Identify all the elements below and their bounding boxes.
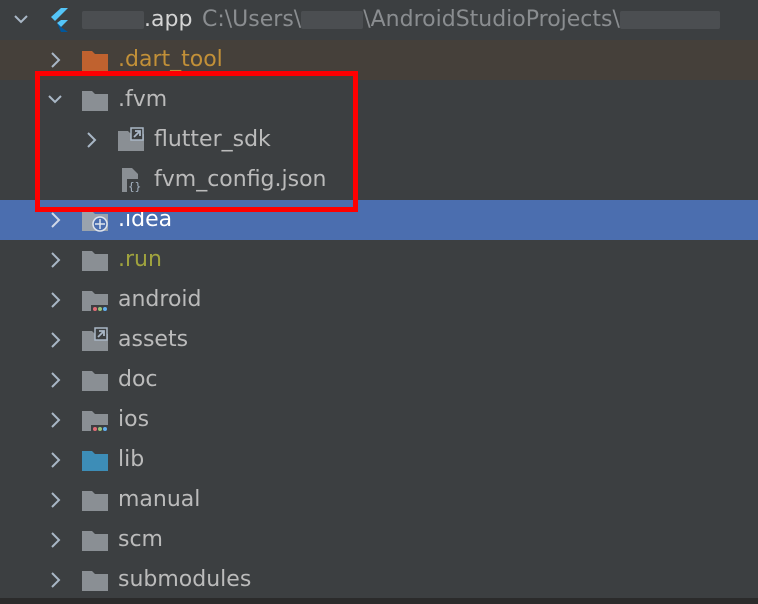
module-folder-icon bbox=[81, 287, 109, 313]
project-path: C:\Users\ \AndroidStudioProjects\ bbox=[202, 6, 720, 34]
tree-row-ios[interactable]: ios bbox=[0, 400, 758, 440]
flutter-icon bbox=[48, 7, 76, 33]
tree-row-lib[interactable]: lib bbox=[0, 440, 758, 480]
folder-orange-icon bbox=[81, 47, 109, 73]
folder-icon bbox=[81, 247, 109, 273]
path-middle: \AndroidStudioProjects\ bbox=[363, 7, 620, 32]
source-folder-icon bbox=[81, 447, 109, 473]
tree-label: doc bbox=[118, 367, 158, 392]
tree-label: .run bbox=[118, 247, 162, 272]
symlink-folder-icon bbox=[81, 327, 109, 353]
folder-icon bbox=[81, 567, 109, 593]
tree-row-manual[interactable]: manual bbox=[0, 480, 758, 520]
tree-row-run[interactable]: .run bbox=[0, 240, 758, 280]
tree-row-submodules[interactable]: submodules bbox=[0, 560, 758, 600]
tree-label: lib bbox=[118, 447, 145, 472]
chevron-right-icon[interactable] bbox=[48, 290, 62, 310]
project-name-suffix: .app bbox=[144, 7, 193, 32]
folder-icon bbox=[81, 367, 109, 393]
tree-label: submodules bbox=[118, 567, 252, 592]
chevron-down-icon[interactable] bbox=[14, 10, 28, 30]
chevron-right-icon[interactable] bbox=[48, 530, 62, 550]
redacted-text bbox=[82, 11, 144, 29]
chevron-right-icon[interactable] bbox=[48, 370, 62, 390]
chevron-right-icon[interactable] bbox=[48, 210, 62, 230]
tree-row-root[interactable]: .app C:\Users\ \AndroidStudioProjects\ bbox=[0, 0, 758, 40]
folder-icon bbox=[81, 527, 109, 553]
tree-row-doc[interactable]: doc bbox=[0, 360, 758, 400]
chevron-right-icon[interactable] bbox=[48, 410, 62, 430]
tree-label: android bbox=[118, 287, 202, 312]
panel-bottom-edge bbox=[0, 598, 758, 604]
module-folder-icon bbox=[81, 407, 109, 433]
chevron-right-icon[interactable] bbox=[48, 490, 62, 510]
tree-label: .dart_tool bbox=[118, 47, 223, 72]
chevron-right-icon[interactable] bbox=[48, 50, 62, 70]
tree-label: assets bbox=[118, 327, 189, 352]
redacted-text bbox=[619, 11, 720, 29]
annotation-highlight-box bbox=[35, 71, 358, 212]
tree-row-scm[interactable]: scm bbox=[0, 520, 758, 560]
tree-row-assets[interactable]: assets bbox=[0, 320, 758, 360]
project-name: .app bbox=[82, 6, 192, 34]
tree-label: ios bbox=[118, 407, 150, 432]
redacted-text bbox=[301, 11, 364, 29]
chevron-right-icon[interactable] bbox=[48, 450, 62, 470]
tree-row-android[interactable]: android bbox=[0, 280, 758, 320]
chevron-right-icon[interactable] bbox=[48, 250, 62, 270]
tree-label: manual bbox=[118, 487, 201, 512]
chevron-right-icon[interactable] bbox=[48, 570, 62, 590]
tree-label: scm bbox=[118, 527, 163, 552]
path-prefix: C:\Users\ bbox=[202, 7, 302, 32]
folder-icon bbox=[81, 487, 109, 513]
chevron-right-icon[interactable] bbox=[48, 330, 62, 350]
